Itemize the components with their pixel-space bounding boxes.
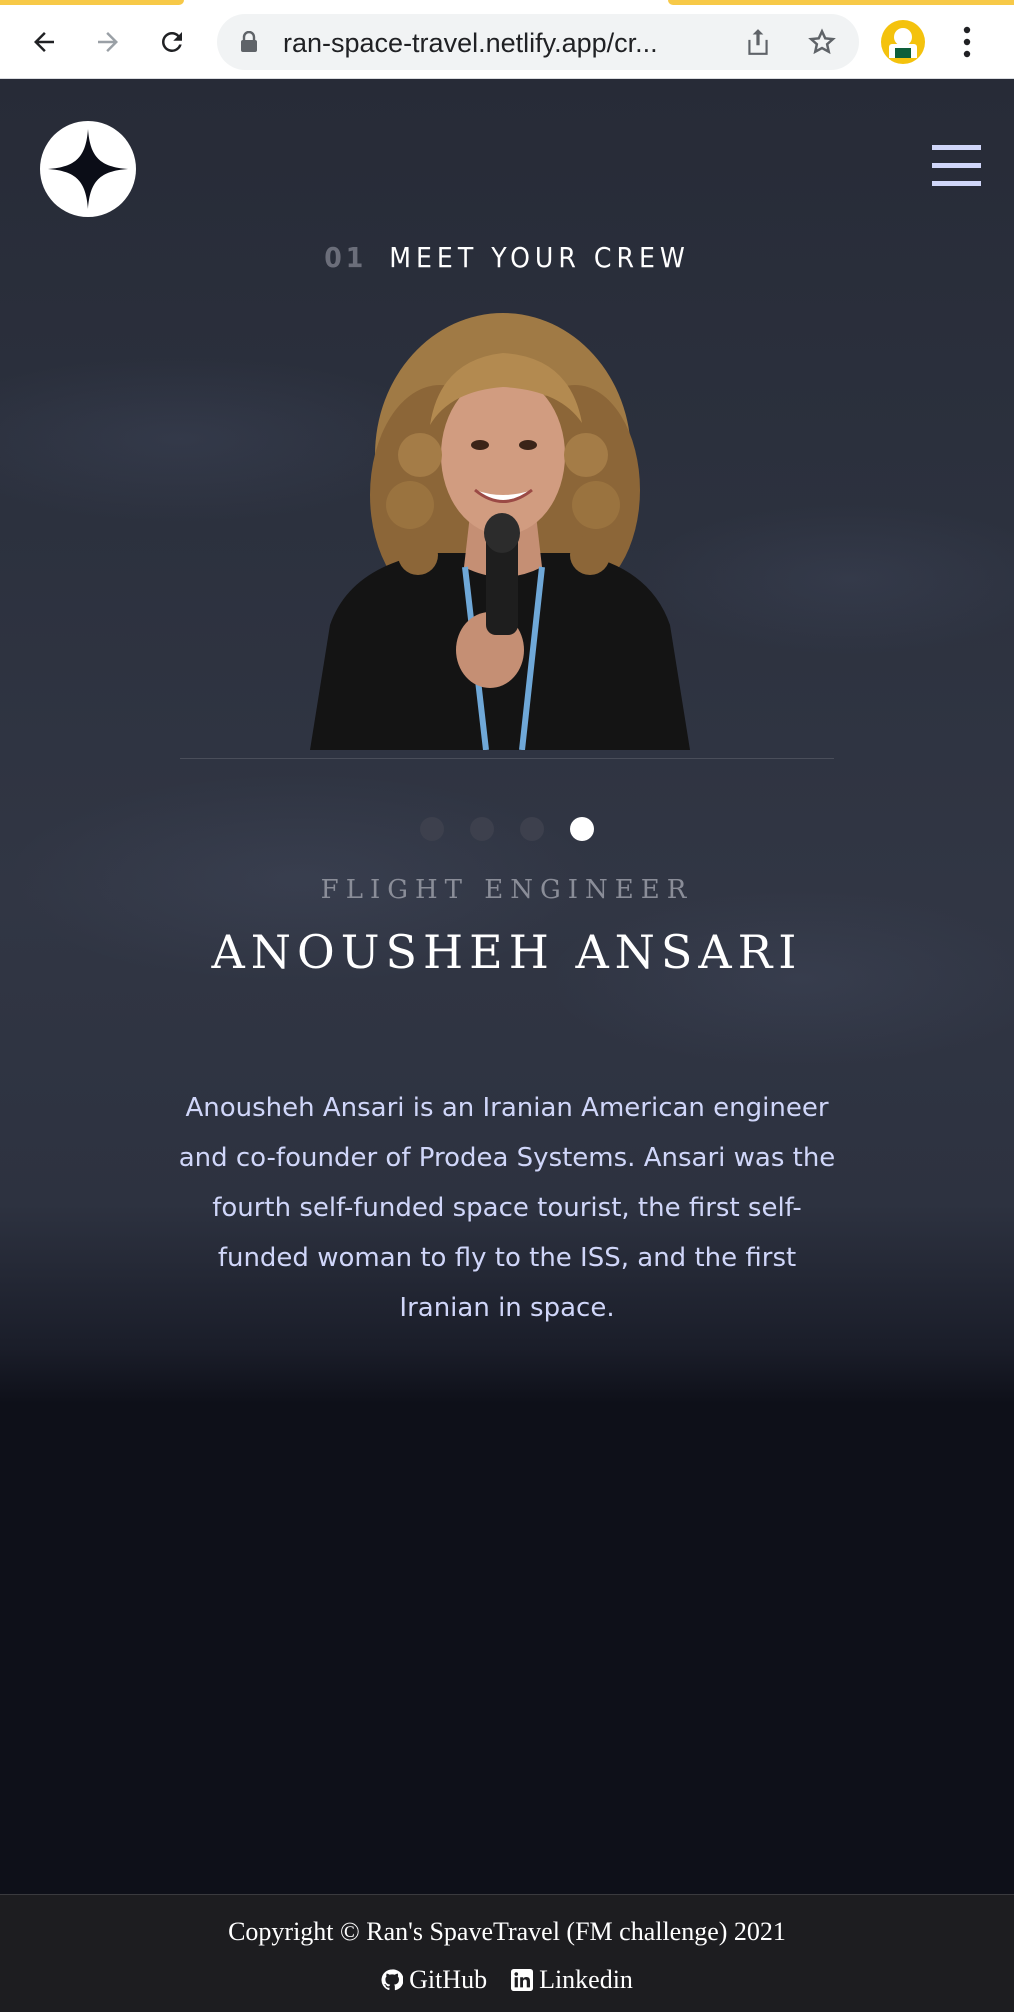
section-title: MEET YOUR CREW [389, 241, 690, 274]
crew-name: ANOUSHEH ANSARI [211, 925, 803, 979]
crew-page: 01 MEET YOUR CREW FLIGHT ENGINEER ANOUSH… [0, 79, 1014, 1894]
address-bar[interactable]: ran-space-travel.netlify.app/cr... [217, 14, 859, 70]
lock-icon [241, 31, 257, 52]
tab-strip-accent-right [668, 0, 1014, 5]
hamburger-icon[interactable] [932, 145, 981, 189]
more-menu-icon[interactable] [955, 22, 979, 62]
four-point-star-icon [48, 129, 128, 209]
linkedin-label: Linkedin [539, 1965, 633, 1994]
copyright-text: Copyright © Ran's SpaveTravel (FM challe… [228, 1917, 786, 1946]
carousel-dot-3[interactable] [520, 817, 544, 841]
bio-line: and co-founder of Prodea Systems. Ansari… [178, 1143, 836, 1173]
carousel-dot-1[interactable] [420, 817, 444, 841]
crew-member-portrait [310, 313, 690, 750]
portrait-divider [180, 758, 834, 759]
back-icon [34, 32, 54, 52]
github-link[interactable]: GitHub [381, 1965, 487, 1995]
bio-line: Anousheh Ansari is an Iranian American e… [185, 1093, 829, 1123]
crew-carousel-dots [0, 817, 1014, 841]
url-text[interactable]: ran-space-travel.netlify.app/cr... [283, 28, 658, 59]
linkedin-link[interactable]: Linkedin [511, 1965, 633, 1995]
github-label: GitHub [409, 1965, 488, 1994]
share-icon[interactable] [745, 27, 771, 57]
bio-line: funded woman to fly to the ISS, and the … [217, 1243, 797, 1273]
footer-links: GitHub Linkedin [0, 1965, 1014, 1995]
section-heading: 01 MEET YOUR CREW [0, 241, 1014, 274]
bio-line: Iranian in space. [399, 1293, 615, 1323]
bio-line: fourth self-funded space tourist, the fi… [212, 1193, 802, 1223]
forward-button[interactable] [86, 20, 130, 64]
linkedin-icon [511, 1969, 534, 1991]
github-icon [381, 1969, 404, 1991]
site-logo[interactable] [40, 121, 136, 217]
browser-toolbar: ran-space-travel.netlify.app/cr... [0, 0, 1014, 79]
crew-role: FLIGHT ENGINEER [320, 875, 694, 905]
profile-avatar[interactable] [881, 20, 925, 64]
carousel-dot-4[interactable] [570, 817, 594, 841]
reload-icon [162, 31, 182, 52]
tab-strip-accent-left [0, 0, 184, 5]
reload-button[interactable] [150, 20, 194, 64]
site-footer: Copyright © Ran's SpaveTravel (FM challe… [0, 1894, 1014, 2012]
carousel-dot-2[interactable] [470, 817, 494, 841]
forward-icon [98, 32, 118, 52]
crew-bio: Anousheh Ansari is an Iranian American e… [170, 1083, 844, 1333]
bookmark-star-icon[interactable] [807, 27, 837, 57]
back-button[interactable] [22, 20, 66, 64]
section-number: 01 [324, 241, 368, 274]
